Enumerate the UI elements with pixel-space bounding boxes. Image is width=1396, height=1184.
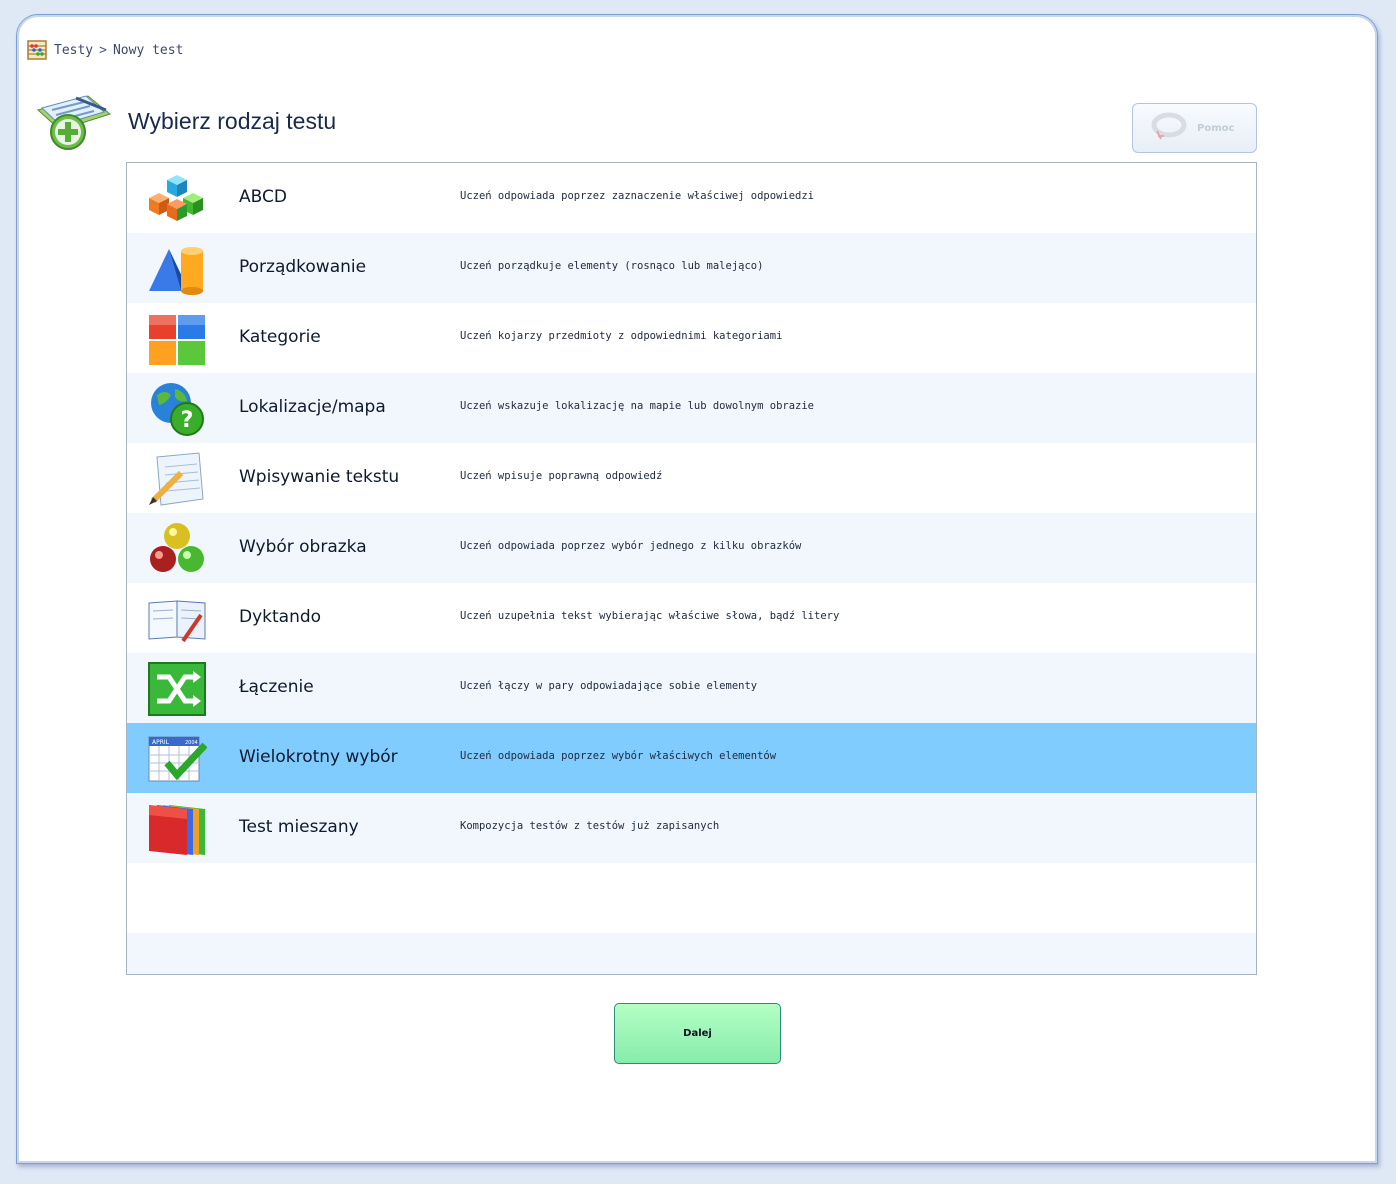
categories-icon [149,315,205,365]
test-type-description: Uczeń porządkuje elementy (rosnąco lub m… [460,260,764,272]
test-type-description: Uczeń uzupełnia tekst wybierając właściw… [460,610,840,622]
test-type-description: Uczeń odpowiada poprzez wybór właściwych… [460,750,777,762]
help-button[interactable]: Pomoc [1132,103,1257,153]
cubes-icon [149,175,203,221]
test-type-description: Uczeń wpisuje poprawną odpowiedź [460,470,663,482]
test-type-name: Łączenie [239,677,314,697]
test-type-row-matching[interactable]: Łączenie Uczeń łączy w pary odpowiadając… [127,653,1256,723]
test-type-row-mixed[interactable]: Test mieszany Kompozycja testów z testów… [127,793,1256,863]
test-type-name: Dyktando [239,607,322,627]
calendar-month: APRIL [152,739,170,746]
test-type-description: Kompozycja testów z testów już zapisanyc… [460,820,720,832]
breadcrumb: Testy > Nowy test [27,40,183,60]
lifebuoy-icon [1151,112,1187,140]
page-title: Wybierz rodzaj testu [128,108,337,134]
new-test-icon [36,95,112,150]
calendar-check-icon: APRIL 2004 [148,736,207,782]
test-type-description: Uczeń wskazuje lokalizację na mapie lub … [460,400,815,412]
test-type-description: Uczeń kojarzy przedmioty z odpowiednimi … [460,330,783,342]
test-type-name: Wybór obrazka [239,537,367,557]
test-type-name: Wpisywanie tekstu [239,467,400,487]
next-button[interactable]: Dalej [614,1003,781,1064]
test-type-name: Test mieszany [239,817,359,837]
empty-row [127,933,1256,974]
notepad-pencil-icon [149,452,204,506]
help-button-label: Pomoc [1197,122,1235,134]
calendar-year: 2004 [185,740,198,746]
test-type-name: Wielokrotny wybór [239,747,398,767]
svg-text:?: ? [181,408,194,433]
shapes-icon [149,247,203,295]
test-type-row-ordering[interactable]: Porządkowanie Uczeń porządkuje elementy … [127,233,1256,303]
test-type-row-image-choice[interactable]: Wybór obrazka Uczeń odpowiada poprzez wy… [127,513,1256,583]
test-type-name: Kategorie [239,327,321,347]
breadcrumb-item-new-test: Nowy test [112,42,184,58]
shuffle-icon [148,662,206,716]
folders-icon [149,805,205,855]
test-type-description: Uczeń odpowiada poprzez wybór jednego z … [460,540,802,552]
test-type-description: Uczeń łączy w pary odpowiadające sobie e… [460,680,758,692]
book-pen-icon [148,600,206,643]
test-type-row-multiple-choice[interactable]: APRIL 2004 Wielokrotny wybór Uczeń odpow… [127,723,1256,793]
globe-question-icon: ? [151,383,204,436]
test-type-name: Lokalizacje/mapa [239,397,386,417]
test-type-row-locations[interactable]: ? Lokalizacje/mapa Uczeń wskazuje lokali… [127,373,1256,443]
breadcrumb-separator: > [99,42,107,58]
test-type-list: ABCD Uczeń odpowiada poprzez zaznaczenie… [126,162,1257,975]
test-type-row-dictation[interactable]: Dyktando Uczeń uzupełnia tekst wybierają… [127,583,1256,653]
test-type-row-categories[interactable]: Kategorie Uczeń kojarzy przedmioty z odp… [127,303,1256,373]
balls-icon [150,523,204,572]
empty-row [127,863,1256,933]
test-type-description: Uczeń odpowiada poprzez zaznaczenie właś… [460,190,815,202]
test-type-name: Porządkowanie [239,257,367,277]
test-type-row-abcd[interactable]: ABCD Uczeń odpowiada poprzez zaznaczenie… [127,163,1256,233]
breadcrumb-item-tests[interactable]: Testy [54,43,93,58]
test-type-row-text-entry[interactable]: Wpisywanie tekstu Uczeń wpisuje poprawną… [127,443,1256,513]
abacus-icon [27,40,47,60]
test-type-name: ABCD [239,187,287,207]
